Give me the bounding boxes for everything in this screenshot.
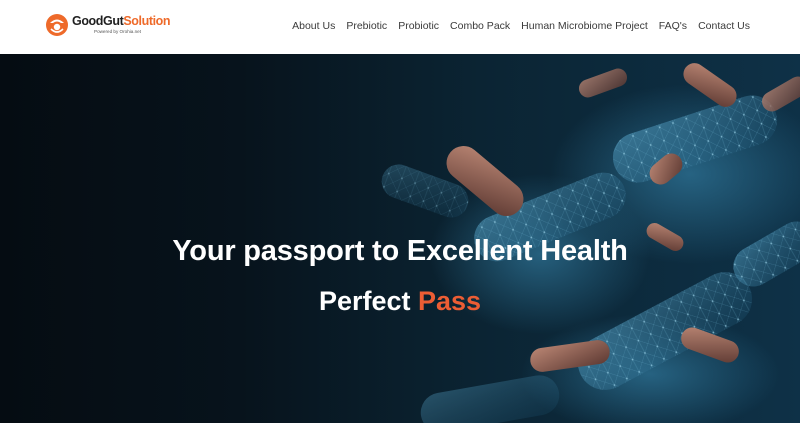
- hero-subheadline: Perfect Pass: [0, 286, 800, 317]
- subheadline-accent: Pass: [418, 286, 482, 316]
- nav-probiotic[interactable]: Probiotic: [398, 20, 439, 32]
- hero-headline: Your passport to Excellent Health: [172, 235, 628, 267]
- site-header: GoodGutSolution Powered by Orohia.net Ab…: [0, 0, 800, 54]
- logo-text: GoodGutSolution Powered by Orohia.net: [72, 14, 171, 34]
- nav-faqs[interactable]: FAQ's: [659, 20, 687, 32]
- nav-human-microbiome-project[interactable]: Human Microbiome Project: [521, 20, 648, 32]
- subheadline-text: Perfect: [318, 286, 418, 316]
- nav-prebiotic[interactable]: Prebiotic: [346, 20, 387, 32]
- logo-tagline: Powered by Orohia.net: [94, 28, 141, 34]
- nav-contact-us[interactable]: Contact Us: [698, 20, 750, 32]
- logo-mark-icon: [46, 14, 68, 36]
- nav-combo-pack[interactable]: Combo Pack: [450, 20, 510, 32]
- main-nav: About Us Prebiotic Probiotic Combo Pack …: [292, 20, 750, 32]
- logo-name: GoodGutSolution: [72, 14, 171, 29]
- logo-name-part2: Solution: [123, 14, 171, 29]
- brand-logo[interactable]: GoodGutSolution Powered by Orohia.net: [44, 12, 171, 38]
- hero-banner: Your passport to Excellent Health Perfec…: [0, 54, 800, 423]
- nav-about-us[interactable]: About Us: [292, 20, 335, 32]
- logo-name-part1: GoodGut: [72, 14, 124, 29]
